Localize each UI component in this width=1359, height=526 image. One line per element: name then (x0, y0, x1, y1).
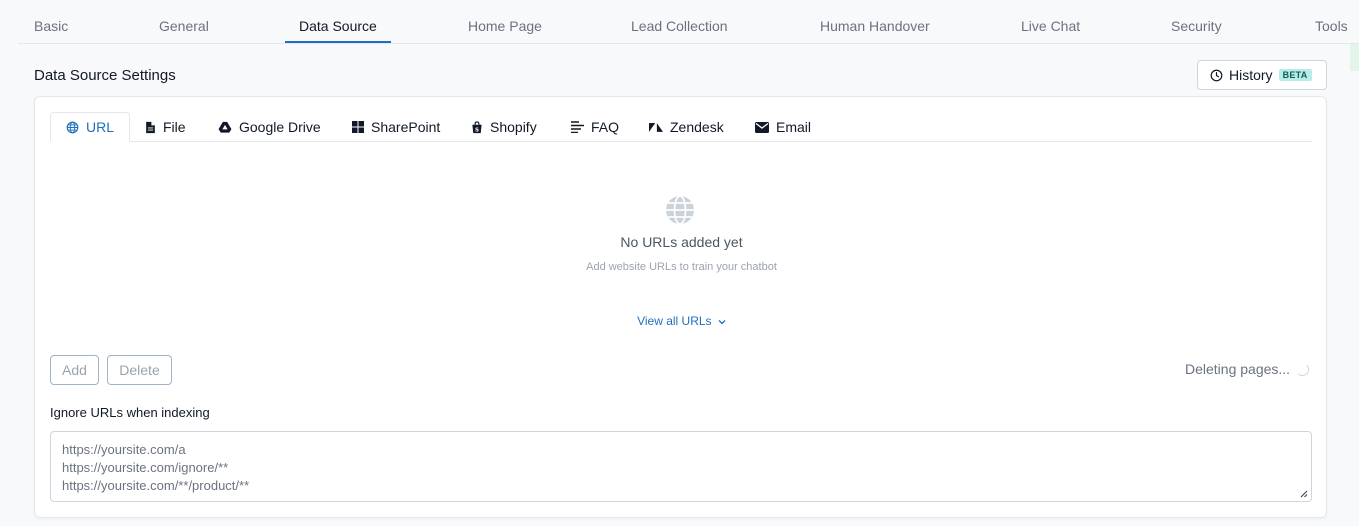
source-tab-label: Zendesk (670, 119, 724, 135)
deleting-status: Deleting pages... (1185, 361, 1310, 377)
tab-home-page[interactable]: Home Page (468, 0, 542, 44)
tab-human-handover[interactable]: Human Handover (820, 0, 930, 44)
tab-basic[interactable]: Basic (34, 0, 68, 44)
tab-lead-collection[interactable]: Lead Collection (631, 0, 728, 44)
source-tab-label: Email (776, 119, 812, 135)
source-tab-label: File (163, 119, 186, 135)
faq-icon (571, 121, 584, 133)
ignore-url-line: https://yoursite.com/ignore/** (62, 460, 229, 475)
source-tab-label: URL (86, 119, 115, 135)
ignore-url-line: https://yoursite.com/a (62, 442, 186, 457)
zendesk-icon (649, 122, 663, 132)
tab-data-source[interactable]: Data Source (299, 0, 377, 44)
spinner-icon (1296, 362, 1310, 376)
page-title: Data Source Settings (34, 67, 176, 84)
google-drive-icon (218, 121, 232, 133)
source-tab-zendesk[interactable]: Zendesk (649, 112, 724, 142)
add-button[interactable]: Add (50, 355, 99, 385)
beta-badge: BETA (1278, 69, 1312, 81)
source-tab-label: FAQ (591, 119, 620, 135)
tab-live-chat[interactable]: Live Chat (1021, 0, 1080, 44)
status-text: Deleting pages... (1185, 361, 1291, 377)
top-nav: Basic General Data Source Home Page Lead… (18, 0, 1359, 44)
ignore-urls-label: Ignore URLs when indexing (50, 405, 210, 420)
shopify-icon: S (472, 120, 482, 133)
chevron-down-icon (718, 319, 726, 325)
source-tab-label: Shopify (490, 119, 537, 135)
view-all-label: View all URLs (637, 314, 712, 328)
data-source-card: URL File Google Drive SharePoint S Shopi… (34, 96, 1327, 518)
source-tab-file[interactable]: File (145, 112, 186, 142)
delete-button[interactable]: Delete (107, 355, 172, 385)
clock-icon (1210, 69, 1223, 81)
svg-text:S: S (475, 127, 479, 133)
active-tab-indicator (285, 41, 391, 43)
history-label: History (1229, 67, 1273, 83)
source-tab-google-drive[interactable]: Google Drive (218, 112, 321, 142)
source-tab-label: Google Drive (239, 119, 321, 135)
resize-handle-icon[interactable] (1299, 489, 1308, 498)
source-tab-faq[interactable]: FAQ (571, 112, 619, 142)
source-tab-label: SharePoint (371, 119, 441, 135)
source-tab-email[interactable]: Email (755, 112, 811, 142)
ignore-url-line: https://yoursite.com/**/product/** (62, 478, 250, 493)
source-tab-url[interactable]: URL (50, 112, 131, 142)
envelope-icon (755, 121, 769, 133)
view-all-urls-link[interactable]: View all URLs (35, 314, 1328, 328)
source-tab-sharepoint[interactable]: SharePoint (352, 112, 440, 142)
sharepoint-icon (352, 121, 364, 133)
ignore-urls-textarea[interactable]: https://yoursite.com/a https://yoursite.… (50, 431, 1312, 502)
globe-icon (66, 121, 79, 133)
file-icon (146, 121, 155, 133)
tab-general[interactable]: General (159, 0, 209, 44)
empty-state-title: No URLs added yet (620, 234, 743, 250)
empty-state-subtitle: Add website URLs to train your chatbot (586, 261, 777, 273)
scrollbar-thumb[interactable] (1350, 44, 1359, 71)
tab-tools[interactable]: Tools (1315, 0, 1348, 44)
globe-icon (666, 195, 694, 225)
source-tabs: URL File Google Drive SharePoint S Shopi… (50, 112, 1312, 142)
source-tab-shopify[interactable]: S Shopify (471, 112, 537, 142)
tab-security[interactable]: Security (1171, 0, 1222, 44)
history-button[interactable]: History BETA (1197, 60, 1327, 90)
